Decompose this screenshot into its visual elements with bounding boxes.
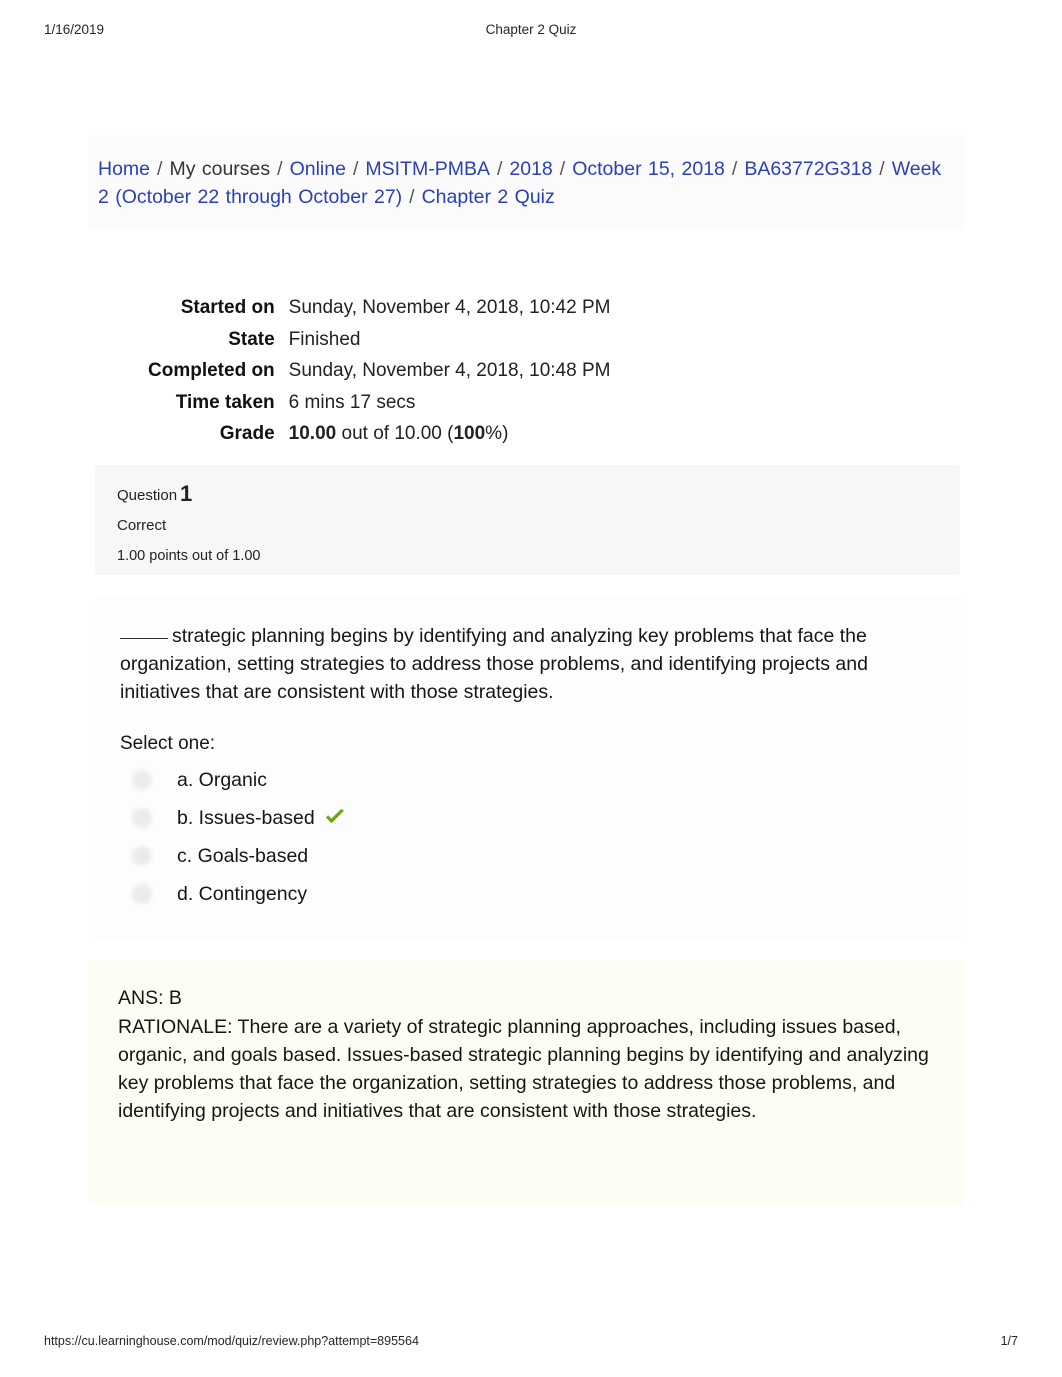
question-number-label: Question xyxy=(117,487,178,504)
summary-value: Finished xyxy=(288,328,361,350)
question-number: 1 xyxy=(180,481,193,506)
radio-button-icon[interactable] xyxy=(132,808,152,828)
breadcrumb-separator: / xyxy=(559,158,566,180)
table-row: State Finished xyxy=(148,324,610,356)
summary-label: State xyxy=(228,328,275,350)
table-row: Started on Sunday, November 4, 2018, 10:4… xyxy=(148,292,611,324)
breadcrumb-container: Home / My courses / Online / MSITM-PMBA / 2018 / O… xyxy=(88,135,964,229)
answer-option-label: d. Contingency xyxy=(177,883,308,905)
table-row: Completed on Sunday, November 4, 2018, 10… xyxy=(148,355,610,387)
table-row: Time taken 6 mins 17 secs xyxy=(148,387,610,419)
summary-value: Sunday, November 4, 2018, 10:42 PM xyxy=(288,297,611,318)
question-marks: 1.00 points out of 1.00 xyxy=(117,548,261,564)
breadcrumb-separator: / xyxy=(352,158,359,180)
answer-option[interactable]: a. Organic xyxy=(120,761,943,799)
feedback-answer: ANS: B xyxy=(118,987,182,1009)
question-stem: strategic planning begins by identifying… xyxy=(120,625,868,703)
breadcrumb-separator: / xyxy=(731,158,738,180)
summary-label: Time taken xyxy=(175,391,275,413)
radio-button-icon[interactable] xyxy=(132,770,152,790)
grade-suffix: %) xyxy=(485,423,509,444)
print-header: 1/16/2019 Chapter 2 Quiz xyxy=(0,22,1062,42)
question-text: strategic planning begins by identifying… xyxy=(120,622,945,706)
radio-button-icon[interactable] xyxy=(132,846,152,866)
question-blank xyxy=(120,638,168,639)
breadcrumb-item-1: My courses xyxy=(169,158,271,180)
question-feedback-panel: ANS: B RATIONALE: There are a variety of… xyxy=(88,960,964,1205)
summary-value-grade: 10.00 out of 10.00 (100%) xyxy=(289,418,611,450)
feedback-rationale: RATIONALE: There are a variety of strate… xyxy=(118,1016,929,1122)
quiz-summary-table: Started on Sunday, November 4, 2018, 10:4… xyxy=(148,292,610,450)
breadcrumb-item-4[interactable]: 2018 xyxy=(509,158,552,180)
radio-button-icon[interactable] xyxy=(132,884,152,904)
page-content: Home / My courses / Online / MSITM-PMBA / 2018 / O… xyxy=(0,60,1062,1320)
answer-option-label: a. Organic xyxy=(177,769,267,791)
summary-value: Sunday, November 4, 2018, 10:48 PM xyxy=(288,360,611,381)
answer-option[interactable]: c. Goals-based xyxy=(120,837,943,875)
answer-option[interactable]: d. Contingency xyxy=(120,875,943,913)
grade-earned: 10.00 xyxy=(288,423,337,444)
print-footer: https://cu.learninghouse.com/mod/quiz/re… xyxy=(0,1334,1062,1354)
summary-label: Started on xyxy=(180,297,275,318)
table-row-grade: Grade 10.00 out of 10.00 (100%) xyxy=(148,418,610,450)
quiz-summary: Started on Sunday, November 4, 2018, 10:4… xyxy=(88,292,964,450)
breadcrumb-item-2[interactable]: Online xyxy=(290,158,346,180)
breadcrumb-item-3[interactable]: MSITM-PMBA xyxy=(365,158,490,180)
answer-option[interactable]: b. Issues-based xyxy=(120,799,943,837)
answer-options: a. Organic b. Issues-based c. Goals-based d… xyxy=(120,761,943,913)
breadcrumb-item-8[interactable]: Chapter 2 Quiz xyxy=(422,186,555,208)
question-content-panel: strategic planning begins by identifying… xyxy=(95,598,963,940)
correct-check-icon xyxy=(324,801,346,839)
answer-option-label: c. Goals-based xyxy=(177,845,309,867)
question-state: Correct xyxy=(117,517,167,534)
print-source-url: https://cu.learninghouse.com/mod/quiz/re… xyxy=(44,1334,419,1348)
breadcrumb: Home / My courses / Online / MSITM-PMBA / 2018 / O… xyxy=(98,155,954,211)
breadcrumb-item-6[interactable]: BA63772G318 xyxy=(744,158,872,180)
summary-value: 6 mins 17 secs xyxy=(288,391,416,413)
select-one-prompt: Select one: xyxy=(120,733,216,754)
breadcrumb-separator: / xyxy=(277,158,283,180)
summary-label-grade: Grade xyxy=(219,423,275,444)
grade-middle: out of 10.00 ( xyxy=(336,423,454,444)
question-number-row: Question 1 xyxy=(117,483,960,507)
print-title: Chapter 2 Quiz xyxy=(485,22,577,37)
summary-label: Completed on xyxy=(148,360,275,381)
breadcrumb-separator: / xyxy=(157,158,163,180)
grade-percent: 100 xyxy=(453,423,486,444)
breadcrumb-separator: / xyxy=(496,158,503,180)
print-page-number: 1/7 xyxy=(1000,1334,1018,1348)
answer-option-label: b. Issues-based xyxy=(177,799,346,839)
breadcrumb-separator: / xyxy=(879,158,885,180)
question-info-panel: Question 1 Correct 1.00 points out of 1.0… xyxy=(95,465,960,575)
breadcrumb-item-5[interactable]: October 15, 2018 xyxy=(572,158,725,180)
breadcrumb-item-0[interactable]: Home xyxy=(98,158,150,180)
breadcrumb-separator: / xyxy=(409,186,415,208)
